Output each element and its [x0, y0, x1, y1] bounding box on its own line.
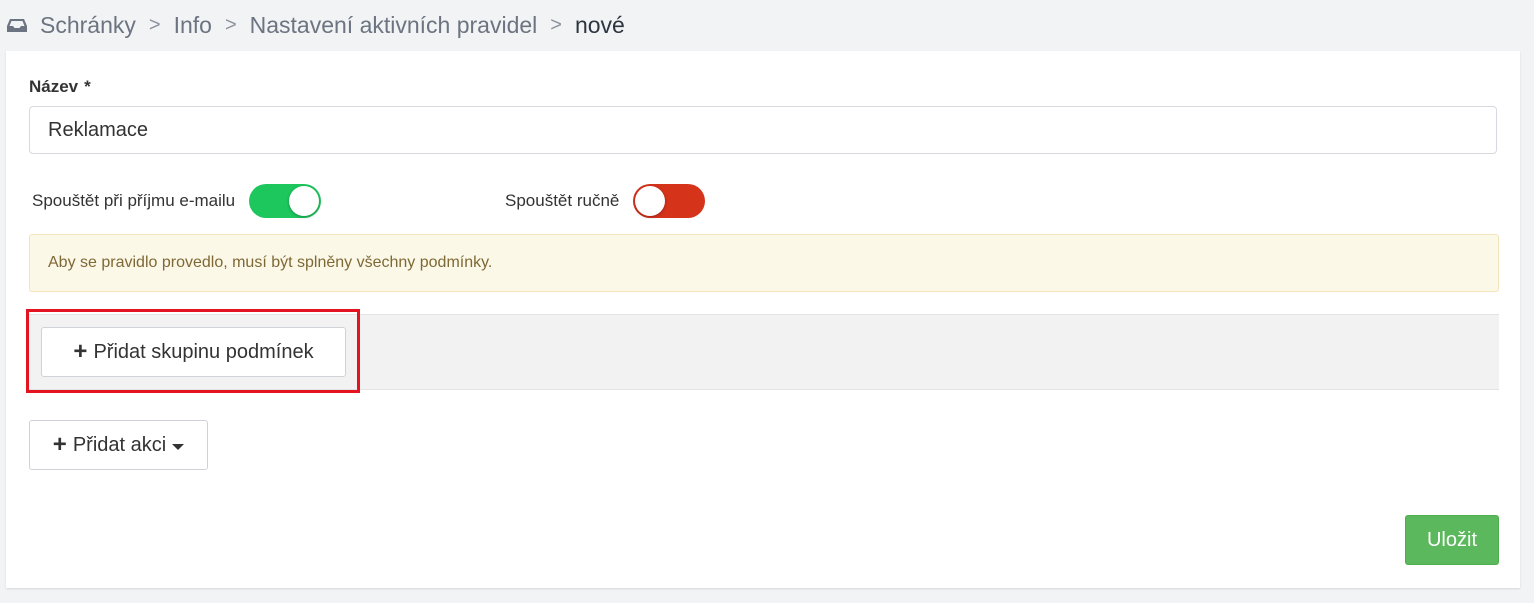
breadcrumb-separator: > [224, 13, 237, 36]
conditions-alert: Aby se pravidlo provedlo, musí být splně… [29, 234, 1499, 292]
toggle-manual-row: Spouštět ručně [505, 184, 706, 218]
toggle-on-email-row: Spouštět při příjmu e-mailu [32, 184, 322, 218]
breadcrumb-separator: > [550, 13, 562, 36]
save-button[interactable]: Uložit [1405, 515, 1499, 565]
caret-down-icon [172, 443, 185, 450]
breadcrumb-item-info[interactable]: Info [174, 12, 212, 39]
add-action-button[interactable]: + Přidat akci [29, 420, 208, 470]
add-action-label: Přidat akci [72, 433, 167, 456]
name-label-text: Název [29, 77, 79, 96]
toggle-manual-switch[interactable] [633, 184, 706, 218]
add-condition-group-button[interactable]: + Přidat skupinu podmínek [41, 327, 346, 377]
toggle-on-email-label: Spouštět při příjmu e-mailu [32, 191, 236, 210]
plus-icon: + [52, 431, 67, 458]
plus-icon: + [73, 338, 88, 365]
breadcrumb-separator: > [148, 13, 161, 36]
name-input[interactable] [29, 106, 1497, 154]
toggle-on-email-switch[interactable] [249, 184, 322, 218]
required-mark: * [84, 77, 91, 96]
rule-form-card: Název * Spouštět při příjmu e-mailu Spouš… [6, 51, 1520, 588]
breadcrumb-current: nové [574, 11, 625, 38]
save-button-label: Uložit [1426, 528, 1477, 551]
alert-text: Aby se pravidlo provedlo, musí být splně… [48, 254, 493, 271]
breadcrumb: Schránky > Info > Nastavení aktivních pr… [6, 0, 625, 50]
name-label: Název * [29, 77, 91, 97]
toggle-manual-label: Spouštět ručně [505, 191, 620, 210]
add-condition-group-label: Přidat skupinu podmínek [93, 340, 314, 363]
switch-knob [289, 186, 320, 216]
switch-knob [635, 186, 666, 216]
inbox-icon [6, 14, 28, 36]
breadcrumb-item-rules-settings[interactable]: Nastavení aktivních pravidel [250, 12, 538, 39]
breadcrumb-item-schranky[interactable]: Schránky [40, 12, 136, 39]
